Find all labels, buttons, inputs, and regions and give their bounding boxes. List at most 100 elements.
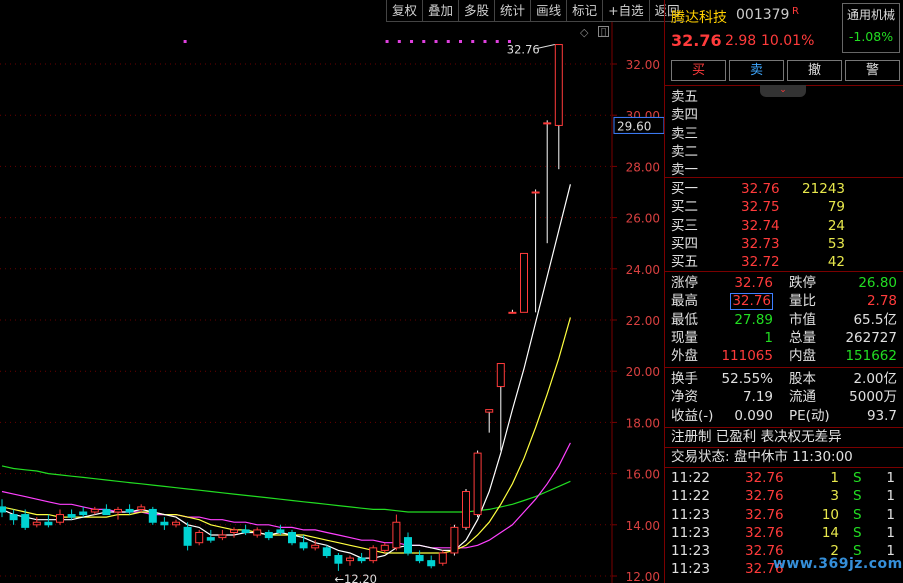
bids-price: 32.72	[741, 254, 780, 271]
candle-body	[67, 514, 76, 518]
y-tick-label: 32.00	[626, 58, 660, 72]
high-price-label: 32.76	[507, 43, 540, 57]
candle-body	[253, 529, 262, 536]
bids-price: 32.74	[741, 217, 780, 234]
asks-row[interactable]: 卖一	[665, 161, 903, 179]
kline-chart[interactable]: 32.00 30.00 28.00 26.00 24.00 22.00 20.00 18.00…	[0, 0, 685, 583]
fundamentals-block: 换手 52.55% 股本 2.00亿 净资 7.19 流通 5000万 收益(-) 0.090 PE…	[665, 368, 903, 428]
tick-time: 11:23	[671, 506, 710, 523]
stats-row: 最低 27.89 市值 65.5亿	[665, 311, 903, 329]
ma20-line	[1, 442, 571, 549]
current-price-tag: 29.60	[617, 119, 651, 133]
bids-volume: 42	[827, 254, 845, 271]
ask-book: ⌄ 卖五 卖四 卖三 卖二 卖一	[665, 85, 903, 179]
trade-button-1[interactable]: 卖	[729, 60, 784, 81]
candle-body	[9, 514, 18, 521]
candle-body	[230, 529, 238, 533]
price-change-pct: 10.01%	[761, 33, 815, 49]
chart-toolbar: 复权 叠加 多股 统计 画线 标记 +自选 返回	[386, 0, 685, 22]
signal-marker	[183, 40, 187, 43]
industry-name: 通用机械	[846, 8, 895, 22]
signal-marker	[495, 40, 499, 43]
quote-header: 腾达科技 001379 R 通用机械 -1.08% 32.76 2.98 10.…	[665, 0, 903, 86]
candle-body	[125, 508, 134, 513]
candle-body	[32, 521, 41, 526]
stats-row: 外盘 111065 内盘 151662	[665, 347, 903, 365]
tick-row: 11:22 32.76 3 S 1	[665, 487, 903, 505]
tick-count: 1	[886, 470, 895, 486]
asks-row[interactable]: 卖五	[665, 88, 903, 106]
toolbar-button-6[interactable]: +自选	[602, 0, 649, 22]
toolbar-button-0[interactable]: 复权	[386, 0, 423, 22]
candle-body	[264, 531, 273, 539]
candle-body	[218, 534, 227, 539]
stat-label: 最低	[671, 311, 698, 328]
toolbar-button-4[interactable]: 画线	[530, 0, 567, 22]
candle-body	[102, 508, 111, 516]
fundamentals-row: 换手 52.55% 股本 2.00亿	[665, 370, 903, 388]
stats-block: 涨停 32.76 跌停 26.80 最高 32.76 量比 2.78 最低 27.89 市值 65.5…	[665, 272, 903, 368]
stats-row: 现量 1 总量 262727	[665, 329, 903, 347]
industry-box[interactable]: 通用机械 -1.08%	[842, 3, 900, 53]
candle-body	[114, 508, 122, 513]
asks-label: 卖二	[671, 143, 698, 160]
stat-label: 外盘	[671, 348, 698, 365]
tick-side: S	[853, 506, 862, 523]
candle-body	[462, 491, 470, 528]
window-toggle-icon[interactable]: ▯	[598, 26, 609, 37]
signal-marker	[385, 40, 389, 43]
trade-button-2[interactable]: 撤	[787, 60, 842, 81]
bids-row[interactable]: 买五 32.72 42	[665, 253, 903, 271]
candle-body	[195, 531, 204, 544]
kline-svg[interactable]: 32.0030.0028.0026.0024.0022.0020.0018.00…	[0, 0, 664, 583]
candle-body	[543, 122, 552, 125]
stat-value: 27.89	[734, 311, 773, 328]
diamond-icon[interactable]: ◇	[580, 26, 588, 39]
candle-body	[438, 552, 447, 564]
tick-volume: 1	[830, 470, 839, 486]
y-tick-label: 24.00	[626, 263, 660, 277]
bids-price: 32.75	[741, 199, 780, 216]
bids-row[interactable]: 买二 32.75 79	[665, 198, 903, 216]
last-price: 32.76	[671, 31, 722, 50]
candle-body	[380, 544, 389, 551]
tick-count: 1	[886, 506, 895, 523]
stat-label: 总量	[789, 329, 816, 346]
fund-label: 股本	[789, 371, 816, 387]
candle-body	[520, 252, 528, 313]
stat-value: 32.76	[730, 293, 773, 311]
toolbar-button-3[interactable]: 统计	[494, 0, 531, 22]
candle-body	[508, 311, 517, 314]
toolbar-button-5[interactable]: 标记	[566, 0, 603, 22]
stat-label: 市值	[789, 311, 816, 328]
bids-row[interactable]: 买一 32.76 21243	[665, 180, 903, 198]
toolbar-button-2[interactable]: 多股	[458, 0, 495, 22]
tick-count: 1	[886, 488, 895, 505]
fund-value: 52.55%	[721, 371, 773, 387]
quote-panel: 腾达科技 001379 R 通用机械 -1.08% 32.76 2.98 10.…	[664, 0, 903, 583]
asks-row[interactable]: 卖三	[665, 125, 903, 143]
tick-price: 32.76	[745, 488, 784, 505]
tags-line: 注册制 已盈利 表决权无差异	[665, 428, 903, 448]
bids-volume: 79	[827, 199, 845, 216]
industry-change: -1.08%	[848, 29, 894, 44]
stats-row: 涨停 32.76 跌停 26.80	[665, 274, 903, 292]
stat-value: 32.76	[734, 275, 773, 291]
bids-row[interactable]: 买三 32.74 24	[665, 217, 903, 235]
stat-value: 1	[764, 329, 773, 346]
candle-body	[299, 542, 308, 549]
tick-time: 11:22	[671, 470, 710, 486]
trade-buttons: 买卖撤警	[665, 60, 903, 81]
watermark: www.369jz.com	[773, 556, 903, 572]
bids-row[interactable]: 买四 32.73 53	[665, 235, 903, 253]
asks-row[interactable]: 卖四	[665, 106, 903, 124]
asks-row[interactable]: 卖二	[665, 143, 903, 161]
stat-value: 262727	[845, 329, 897, 346]
trade-button-0[interactable]: 买	[671, 60, 726, 81]
trade-button-3[interactable]: 警	[845, 60, 900, 81]
bids-label: 买五	[671, 254, 698, 271]
toolbar-button-1[interactable]: 叠加	[422, 0, 459, 22]
tick-count: 1	[886, 524, 895, 541]
candle-body	[276, 529, 285, 533]
signal-marker	[446, 40, 450, 43]
